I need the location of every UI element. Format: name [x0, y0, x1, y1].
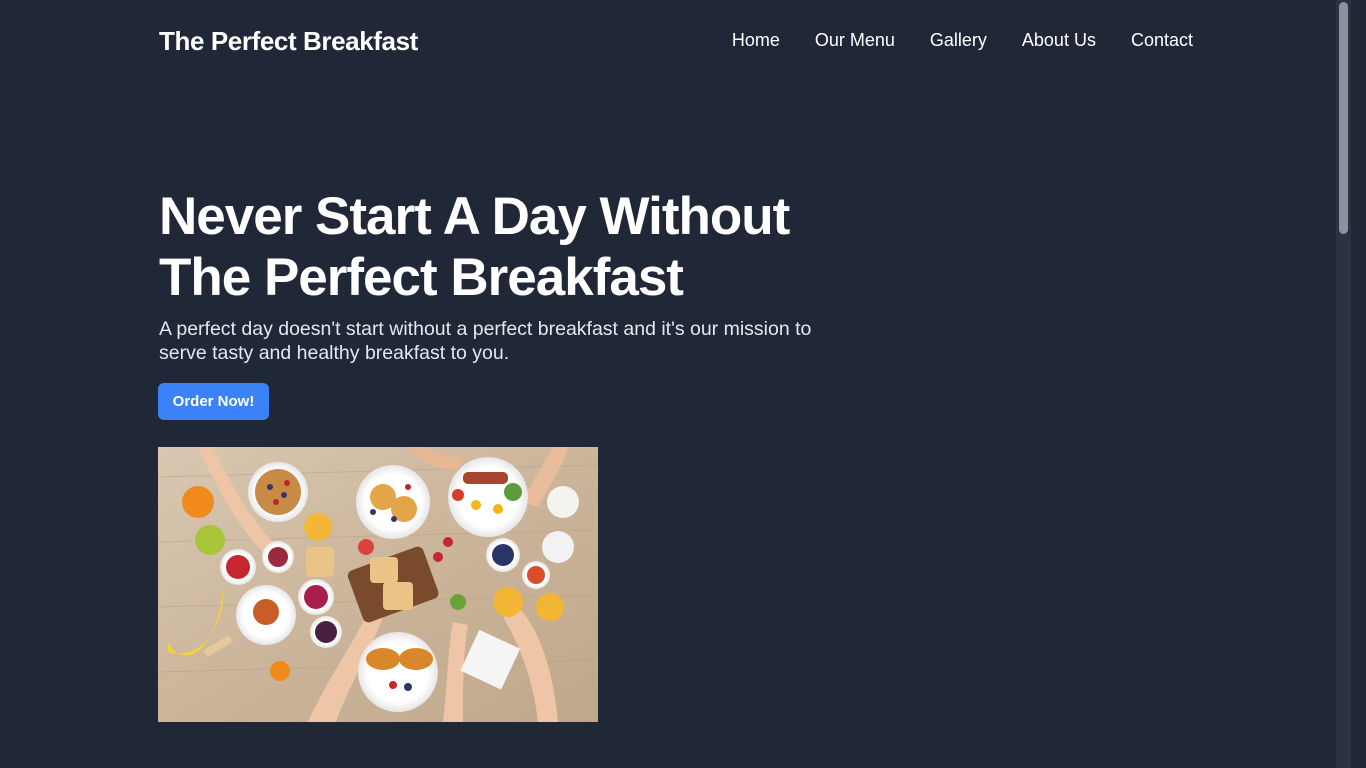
nav-contact[interactable]: Contact — [1131, 30, 1193, 51]
scrollbar-thumb[interactable] — [1339, 2, 1348, 234]
breakfast-table-image — [158, 447, 598, 722]
hero-title-line-1: Never Start A Day Without — [159, 187, 790, 246]
page: The Perfect Breakfast Home Our Menu Gall… — [0, 0, 1351, 768]
hero-subtitle: A perfect day doesn't start without a pe… — [159, 318, 812, 364]
nav-our-menu[interactable]: Our Menu — [815, 30, 895, 51]
nav-about-us[interactable]: About Us — [1022, 30, 1096, 51]
hero-title-line-2: The Perfect Breakfast — [159, 248, 684, 307]
page-scrollbar[interactable] — [1336, 0, 1351, 768]
brand-logo[interactable]: The Perfect Breakfast — [159, 26, 418, 57]
nav-gallery[interactable]: Gallery — [930, 30, 987, 51]
main-nav: Home Our Menu Gallery About Us Contact — [732, 30, 1193, 51]
order-now-button[interactable]: Order Now! — [158, 383, 269, 420]
hero-title: Never Start A Day Without The Perfect Br… — [159, 186, 859, 308]
nav-home[interactable]: Home — [732, 30, 780, 51]
